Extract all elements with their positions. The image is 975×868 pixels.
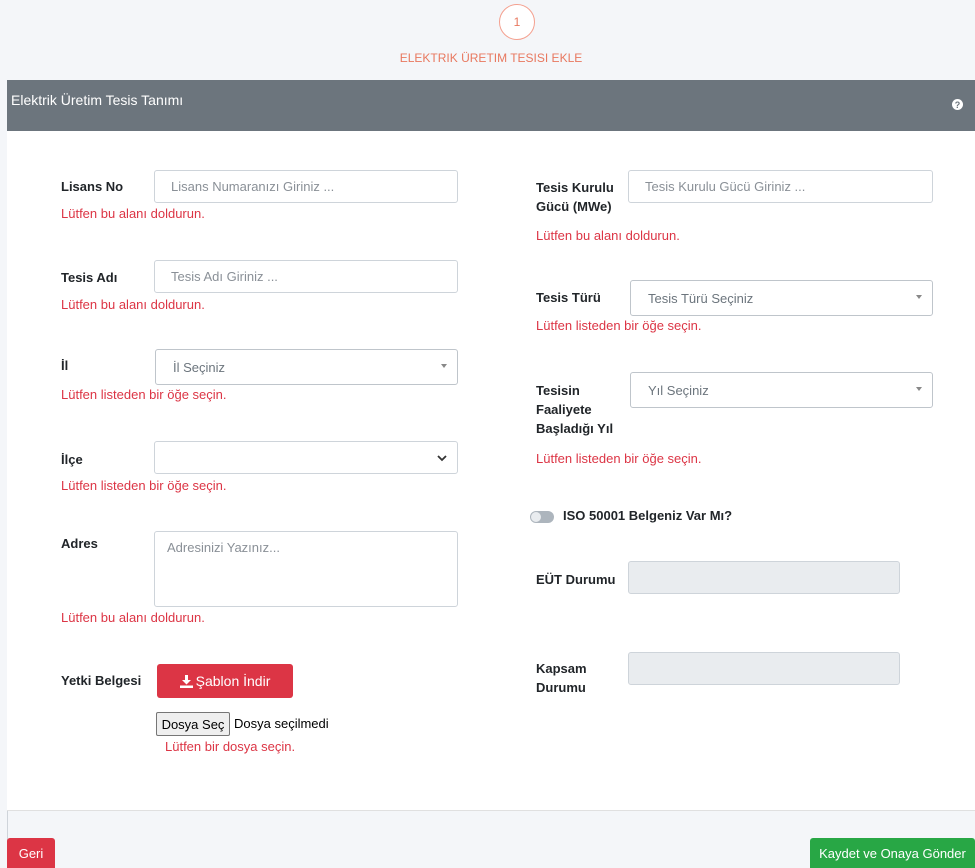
question-circle-icon[interactable]: ? [952,99,963,110]
authorization-error: Lütfen bir dosya seçin. [165,739,296,754]
card-divider [7,810,975,811]
district-label: İlçe [61,452,83,467]
file-choose-button[interactable]: Dosya Seç [156,712,230,736]
download-template-label: Şablon İndir [195,673,271,689]
district-select[interactable] [154,441,458,474]
capacity-input[interactable] [628,170,933,203]
license-input[interactable] [154,170,458,203]
scope-status-label-line2: Durumu [536,680,586,695]
province-selected: İl Seçiniz [173,359,226,375]
eut-status-field [628,561,900,594]
chevron-down-icon [437,451,447,465]
card-header: Elektrik Üretim Tesis Tanımı ? [7,80,975,131]
scope-status-label: Kapsam Durumu [536,659,587,697]
address-label: Adres [61,536,98,551]
caret-down-icon [916,295,922,299]
card-title: Elektrik Üretim Tesis Tanımı [11,92,184,108]
license-error: Lütfen bu alanı doldurun. [61,206,205,221]
wizard-stepper: 1 ELEKTRIK ÜRETIM TESISI EKLE [7,0,975,80]
save-submit-button[interactable]: Kaydet ve Onaya Gönder [810,838,975,868]
start-year-label: Tesisin Faaliyete Başladığı Yıl [536,381,613,438]
license-label: Lisans No [61,179,124,194]
caret-down-icon [916,387,922,391]
capacity-label-line2: Gücü (MWe) [536,199,612,214]
province-select[interactable]: İl Seçiniz [155,349,458,385]
scope-status-label-line1: Kapsam [536,661,587,676]
facility-name-input[interactable] [154,260,458,293]
eut-status-label: EÜT Durumu [536,572,616,587]
download-icon [179,674,193,688]
province-error: Lütfen listeden bir öğe seçin. [61,387,227,402]
start-year-label-line1: Tesisin [536,383,580,398]
facility-type-error: Lütfen listeden bir öğe seçin. [536,318,702,333]
start-year-label-line2: Faaliyete [536,402,592,417]
facility-type-label: Tesis Türü [536,290,601,305]
scope-status-field [628,652,900,685]
capacity-label: Tesis Kurulu Gücü (MWe) [536,178,614,216]
facility-name-label: Tesis Adı [61,270,118,285]
start-year-error: Lütfen listeden bir öğe seçin. [536,451,702,466]
province-label: İl [61,358,69,373]
capacity-error: Lütfen bu alanı doldurun. [536,228,680,243]
address-error: Lütfen bu alanı doldurun. [61,610,205,625]
back-button[interactable]: Geri [7,838,55,868]
step-title: ELEKTRIK ÜRETIM TESISI EKLE [399,51,583,65]
toggle-knob [531,512,541,522]
iso-toggle-switch[interactable] [530,511,554,523]
step-indicator[interactable]: 1 [499,4,535,40]
authorization-label: Yetki Belgesi [61,673,142,688]
start-year-select[interactable]: Yıl Seçiniz [630,372,933,408]
start-year-label-line3: Başladığı Yıl [536,421,614,436]
download-template-button[interactable]: Şablon İndir [157,664,293,698]
facility-type-selected: Tesis Türü Seçiniz [648,290,754,306]
district-error: Lütfen listeden bir öğe seçin. [61,478,227,493]
caret-down-icon [441,364,447,368]
file-status: Dosya seçilmedi [234,716,329,731]
facility-name-error: Lütfen bu alanı doldurun. [61,297,205,312]
start-year-selected: Yıl Seçiniz [648,382,709,398]
facility-type-select[interactable]: Tesis Türü Seçiniz [630,280,933,316]
address-textarea[interactable] [154,531,458,607]
capacity-label-line1: Tesis Kurulu [536,180,614,195]
iso-toggle-label[interactable]: ISO 50001 Belgeniz Var Mı? [563,508,732,523]
